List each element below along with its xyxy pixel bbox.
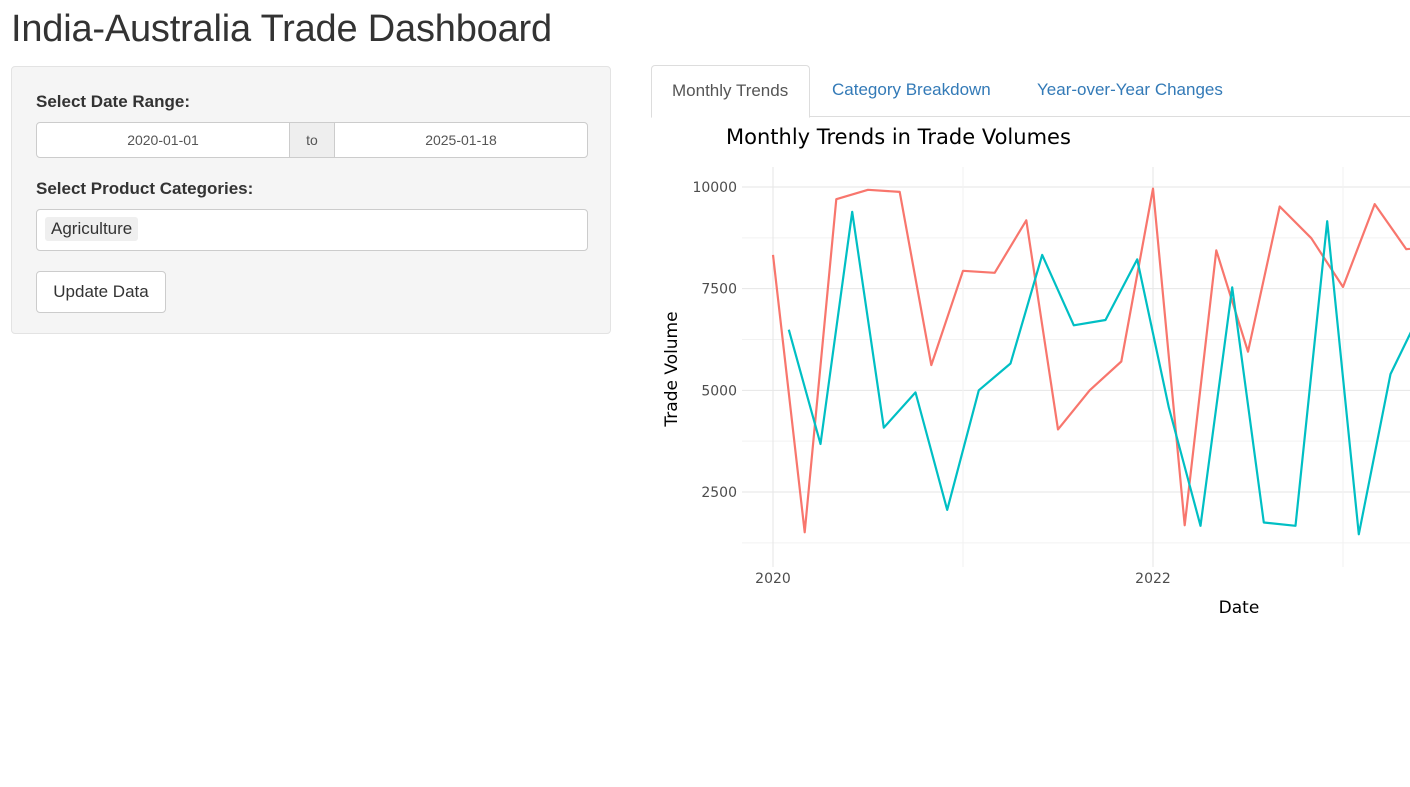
- x-tick-label: 2022: [1135, 571, 1171, 587]
- y-tick-label: 10000: [692, 180, 737, 196]
- date-end-input[interactable]: [335, 123, 587, 157]
- series-line-1: [771, 187, 1410, 534]
- tab-year-over-year[interactable]: Year-over-Year Changes: [1017, 65, 1243, 117]
- chart-ticks: 2500 5000 7500 10000 2020 2022: [692, 180, 1170, 587]
- sidebar-panel: Select Date Range: to Select Product Cat…: [11, 66, 611, 334]
- date-range-label: Select Date Range:: [36, 92, 190, 111]
- chart-title: Monthly Trends in Trade Volumes: [726, 125, 1071, 149]
- y-axis-label: Trade Volume: [662, 311, 682, 427]
- date-start-input[interactable]: [37, 123, 289, 157]
- selected-category-chip[interactable]: Agriculture: [45, 217, 139, 241]
- y-tick-label: 7500: [701, 282, 737, 298]
- tab-monthly-trends[interactable]: Monthly Trends: [651, 65, 810, 118]
- y-tick-label: 5000: [701, 383, 737, 399]
- chart-series: [771, 187, 1410, 536]
- monthly-trends-chart: Monthly Trends in Trade Volumes 2500 5000…: [662, 125, 1410, 618]
- page-title: India-Australia Trade Dashboard: [11, 8, 552, 50]
- x-tick-label: 2020: [755, 571, 791, 587]
- categories-label: Select Product Categories:: [36, 179, 254, 198]
- x-axis-label: Date: [1219, 598, 1260, 618]
- date-range-input: to: [36, 122, 588, 158]
- date-range-separator: to: [289, 123, 335, 157]
- tab-bar: Monthly Trends Category Breakdown Year-o…: [651, 65, 1410, 118]
- chart-area: Monthly Trends in Trade Volumes 2500 5000…: [651, 117, 1410, 627]
- category-select[interactable]: Agriculture: [36, 209, 588, 251]
- chart-grid: [742, 167, 1410, 567]
- y-tick-label: 2500: [701, 485, 737, 501]
- tab-category-breakdown[interactable]: Category Breakdown: [812, 65, 1011, 117]
- update-data-button[interactable]: Update Data: [36, 271, 166, 313]
- series-line-2: [787, 210, 1410, 536]
